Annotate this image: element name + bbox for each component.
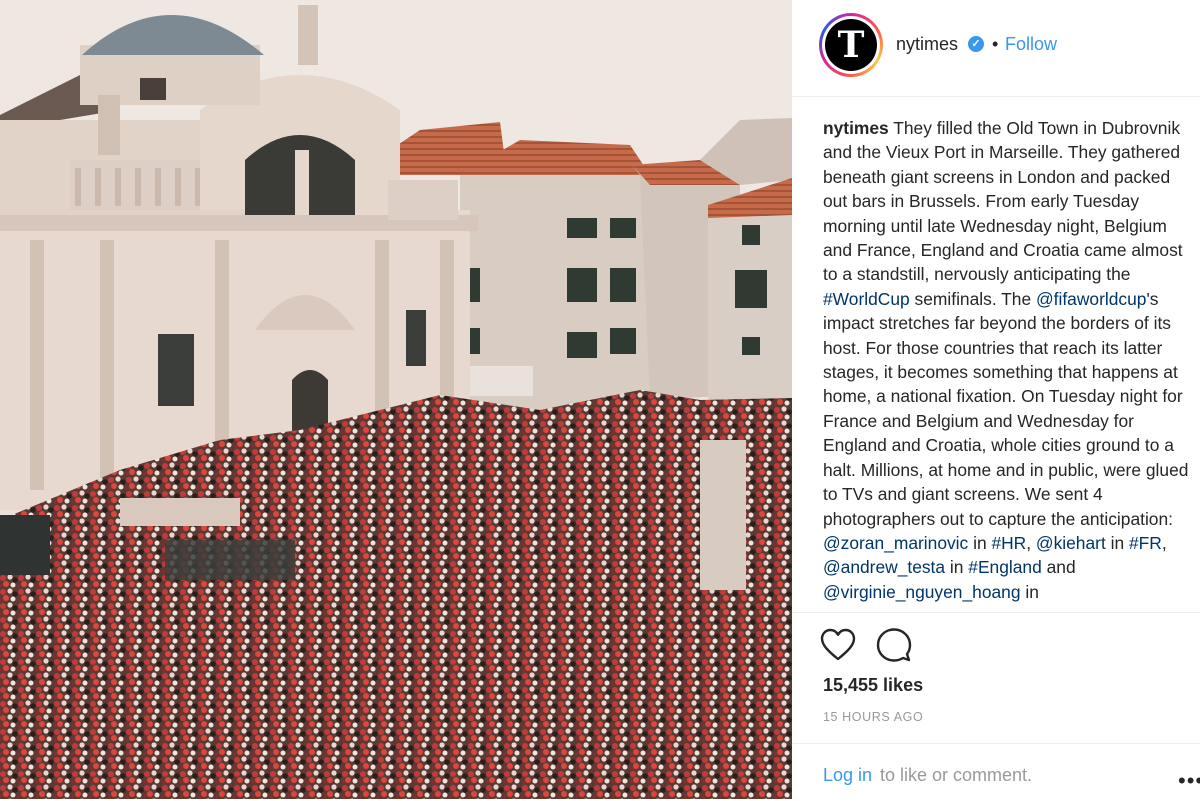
hashtag-fr[interactable]: #FR xyxy=(1129,533,1162,553)
post-timestamp: 15 HOURS AGO xyxy=(823,710,924,724)
hashtag-worldcup[interactable]: #WorldCup xyxy=(823,289,910,309)
caption-segment: and xyxy=(1041,557,1076,578)
post-side-panel: T nytimes ✓ • Follow nytimes They filled… xyxy=(792,0,1200,799)
post-actions: 15,455 likes 15 HOURS AGO Log in to like… xyxy=(792,612,1200,800)
mention-fifaworldcup[interactable]: @fifaworldcup xyxy=(1036,289,1146,309)
photo-dubrovnik-crowd xyxy=(0,0,792,799)
caption-segment: in xyxy=(1105,532,1129,553)
comment-icon[interactable] xyxy=(876,627,912,663)
mention-zoran-marinovic[interactable]: @zoran_marinovic xyxy=(823,533,968,553)
caption-username[interactable]: nytimes xyxy=(823,118,889,138)
caption-area[interactable]: nytimes They filled the Old Town in Dubr… xyxy=(823,116,1198,612)
follow-button[interactable]: Follow xyxy=(1005,34,1057,55)
caption-segment: in xyxy=(968,532,992,553)
header-username[interactable]: nytimes xyxy=(896,34,958,55)
caption-text: nytimes They filled the Old Town in Dubr… xyxy=(823,116,1198,604)
likes-count[interactable]: 15,455 likes xyxy=(823,675,923,696)
caption-segment: , xyxy=(1026,532,1036,553)
avatar-logo: T xyxy=(825,19,877,71)
caption-segment: in xyxy=(945,557,969,578)
caption-segment: in xyxy=(1020,581,1039,602)
mention-kiehart[interactable]: @kiehart xyxy=(1036,533,1106,553)
login-prompt-text: to like or comment. xyxy=(880,765,1033,785)
mention-virginie-nguyen-hoang[interactable]: @virginie_nguyen_hoang xyxy=(823,582,1021,602)
avatar-frame: T xyxy=(822,16,880,74)
more-options-icon[interactable]: ••• xyxy=(1178,768,1200,794)
login-link[interactable]: Log in xyxy=(823,765,872,786)
caption-segment: 's impact stretches far beyond the borde… xyxy=(823,288,1189,529)
caption-segment: , xyxy=(1161,532,1167,553)
heart-icon[interactable] xyxy=(820,628,856,662)
header-separator: • xyxy=(992,34,999,54)
mention-andrew-testa[interactable]: @andrew_testa xyxy=(823,557,945,577)
hashtag-hr[interactable]: #HR xyxy=(991,533,1026,553)
post-photo[interactable] xyxy=(0,0,792,799)
post-header: T nytimes ✓ • Follow xyxy=(792,0,1200,97)
avatar[interactable]: T xyxy=(819,13,883,77)
login-bar: Log in to like or comment. ••• xyxy=(792,743,1200,801)
verified-badge-icon: ✓ xyxy=(968,36,984,52)
caption-segment: semifinals. The xyxy=(909,288,1036,309)
hashtag-england[interactable]: #England xyxy=(968,557,1042,577)
caption-segment: They filled the Old Town in Dubrovnik an… xyxy=(823,118,1183,285)
